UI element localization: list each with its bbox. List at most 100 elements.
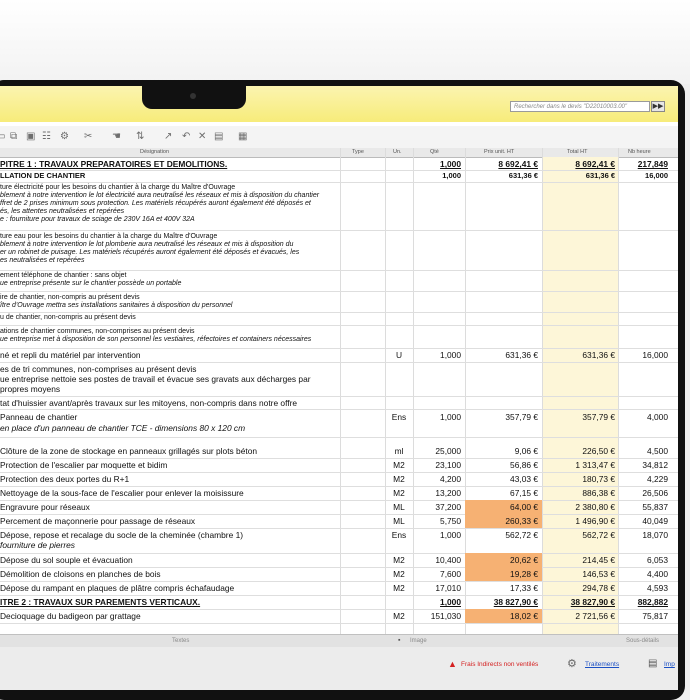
copy-icon[interactable]: ▭ [0, 131, 5, 143]
row-unit: ml [394, 446, 404, 456]
col-total[interactable]: Total HT [567, 149, 587, 155]
tab-textes[interactable]: Textes [172, 638, 189, 644]
row-designation: Dépose du rampant en plaques de plâtre c… [0, 583, 235, 593]
row-unit: M2 [393, 555, 405, 565]
row-unit: M2 [393, 569, 405, 579]
row-designation: Decioquage du badigeon par grattage [0, 611, 141, 621]
tree-icon[interactable]: ☷ [42, 131, 51, 143]
row-unit-price: 9,06 € [514, 446, 538, 456]
gear-icon[interactable]: ⚙ [60, 131, 69, 143]
col-type[interactable]: Type [352, 149, 364, 155]
search-input[interactable]: Rechercher dans le devis "D22010003.00" [510, 101, 650, 112]
table-row[interactable]: es de tri communes, non-comprises au pré… [0, 362, 678, 397]
row-total: 8 692,41 € [575, 159, 615, 169]
table-row[interactable]: ture électricité pour les besoins du cha… [0, 182, 678, 231]
col-designation[interactable]: Désignation [140, 149, 169, 155]
table-row[interactable]: Dépose, repose et recalage du socle de l… [0, 528, 678, 554]
table-row[interactable]: Nettoyage de la sous-face de l'escalier … [0, 486, 678, 501]
traitements-link[interactable]: Traitements [585, 661, 619, 668]
frais-indirects-link[interactable]: Frais Indirects non ventilés [461, 661, 538, 668]
row-unit-price: 67,15 € [510, 488, 538, 498]
row-unit: M2 [393, 474, 405, 484]
print-link[interactable]: Imp [664, 661, 675, 668]
row-unit: M2 [393, 583, 405, 593]
row-unit-price: 64,00 € [510, 502, 538, 512]
row-qty: 1,000 [440, 412, 461, 422]
table-row[interactable]: ture eau pour les besoins du chantier à … [0, 230, 678, 271]
bottom-tab-bar: Textes ▪ Image Sous-détails [0, 634, 678, 648]
row-designation: PITRE 1 : TRAVAUX PREPARATOIRES ET DEMOL… [0, 159, 228, 169]
table-row[interactable]: ITRE 2 : TRAVAUX SUR PAREMENTS VERTICAUX… [0, 595, 678, 610]
row-hours: 55,837 [642, 502, 668, 512]
table-row[interactable]: Dépose du sol souple et évacuation M2 10… [0, 553, 678, 568]
row-total: 2 380,80 € [575, 502, 615, 512]
table-row[interactable]: PITRE 1 : TRAVAUX PREPARATOIRES ET DEMOL… [0, 157, 678, 171]
table-row[interactable]: u de chantier, non-compris au présent de… [0, 312, 678, 326]
row-total: 631,36 € [582, 350, 615, 360]
row-designation: Dépose du sol souple et évacuation [0, 555, 133, 565]
paste-icon[interactable]: ⧉ [10, 131, 17, 143]
table-row[interactable]: Protection de l'escalier par moquette et… [0, 458, 678, 473]
table-row[interactable]: Dépose du rampant en plaques de plâtre c… [0, 581, 678, 596]
table-row[interactable]: ement téléphone de chantier : sans objet… [0, 270, 678, 292]
col-unit-price[interactable]: Prix unit. HT [484, 149, 514, 155]
row-text-line: ue entreprise nettoie ses postes de trav… [0, 374, 311, 384]
row-text-line: u de chantier, non-compris au présent de… [0, 314, 136, 321]
print-icon[interactable]: ▦ [238, 131, 247, 143]
background [0, 0, 690, 84]
row-text-line: propres moyens [0, 384, 61, 394]
tab-sous-details[interactable]: Sous-détails [626, 638, 659, 644]
table-row[interactable]: Percement de maçonnerie pour passage de … [0, 514, 678, 529]
row-unit: Ens [391, 530, 407, 540]
row-total: 214,45 € [582, 555, 615, 565]
table-row[interactable]: tat d'huissier avant/après travaux sur l… [0, 396, 678, 410]
table-row[interactable]: Decioquage du badigeon par grattage M2 1… [0, 609, 678, 624]
row-text-line: fourniture de pierres [0, 540, 75, 550]
undo-icon[interactable]: ↶ [182, 131, 190, 143]
row-total: 1 496,90 € [575, 516, 615, 526]
redo-icon[interactable]: ↗ [164, 131, 172, 143]
row-unit: M2 [393, 460, 405, 470]
row-hours: 26,506 [642, 488, 668, 498]
row-unit: M2 [393, 611, 405, 621]
row-unit-price: 20,62 € [510, 555, 538, 565]
row-unit-price: 38 827,90 € [493, 597, 538, 607]
row-total: 1 313,47 € [575, 460, 615, 470]
row-hours: 4,593 [647, 583, 668, 593]
table-row[interactable]: ations de chantier communes, non-compris… [0, 325, 678, 349]
row-qty: 1,000 [442, 171, 461, 180]
sort-icon[interactable]: ⇅ [136, 131, 144, 143]
scissors-icon[interactable]: ✕ [198, 131, 206, 143]
table-row[interactable]: Clôture de la zone de stockage en pannea… [0, 444, 678, 459]
row-qty: 37,200 [435, 502, 461, 512]
clipboard-icon[interactable]: ▤ [214, 131, 223, 143]
col-hours[interactable]: Nb heure [628, 149, 651, 155]
col-unit[interactable]: Un. [393, 149, 402, 155]
cut-icon[interactable]: ✂ [84, 131, 92, 143]
row-qty: 13,200 [435, 488, 461, 498]
row-unit-price: 631,36 € [505, 350, 538, 360]
row-qty: 1,000 [440, 597, 461, 607]
image-icon: ▪ [398, 637, 401, 644]
table-row[interactable]: Démolition de cloisons en planches de bo… [0, 567, 678, 582]
row-designation: Démolition de cloisons en planches de bo… [0, 569, 161, 579]
row-unit-price: 260,33 € [505, 516, 538, 526]
search-button[interactable]: ▶▶ [651, 101, 665, 112]
table-row[interactable]: Engravure pour réseaux ML 37,200 64,00 €… [0, 500, 678, 515]
table-row[interactable]: Panneau de chantier en place d'un pannea… [0, 409, 678, 438]
row-qty: 4,200 [440, 474, 461, 484]
table-row[interactable]: né et repli du matériel par intervention… [0, 348, 678, 363]
row-text-line: es de tri communes, non-comprises au pré… [0, 364, 197, 374]
table-row[interactable]: ire de chantier, non-compris au présent … [0, 291, 678, 313]
row-text-line: ue entreprise présente sur le chantier p… [0, 280, 182, 287]
row-hours: 16,000 [642, 350, 668, 360]
col-qty[interactable]: Qté [430, 149, 439, 155]
save-icon[interactable]: ▣ [26, 131, 35, 143]
hand-icon[interactable]: ☚ [112, 131, 121, 143]
row-qty: 7,600 [440, 569, 461, 579]
table-row[interactable]: Protection des deux portes du R+1 M2 4,2… [0, 472, 678, 487]
title-bar: Rechercher dans le devis "D22010003.00" … [0, 86, 678, 122]
tab-image[interactable]: Image [410, 638, 427, 644]
row-total: 180,73 € [582, 474, 615, 484]
row-unit-price: 357,79 € [505, 412, 538, 422]
